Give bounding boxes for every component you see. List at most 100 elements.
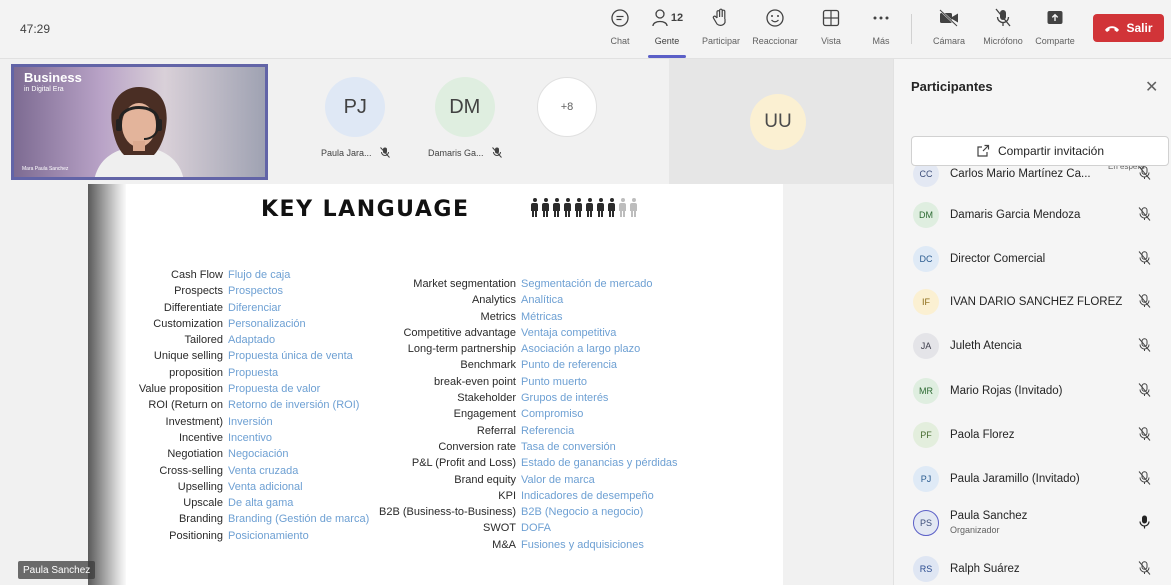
- avatar: PS: [913, 510, 939, 536]
- avatar: MR: [913, 378, 939, 404]
- mic-on-icon[interactable]: [1138, 515, 1151, 534]
- person-figure: [530, 198, 539, 217]
- grid-icon: [822, 6, 840, 30]
- meeting-timer: 47:29: [20, 22, 51, 36]
- participant-row[interactable]: RS Ralph Suárez: [894, 549, 1171, 585]
- participant-tile-pj[interactable]: PJ Paula Jara...: [321, 77, 390, 158]
- term-row: SWOT DOFA: [88, 520, 678, 536]
- term-spanish: Referencia: [521, 424, 575, 437]
- mic-muted-icon[interactable]: [1138, 427, 1151, 446]
- mic-muted-icon[interactable]: [1138, 561, 1151, 580]
- term-english: Brand equity: [454, 473, 516, 486]
- avatar: PJ: [913, 466, 939, 492]
- participant-name: Juleth Atencia: [950, 340, 1022, 352]
- avatar: PF: [913, 422, 939, 448]
- participant-row[interactable]: DC Director Comercial: [894, 239, 1171, 279]
- participant-row[interactable]: IF IVAN DARIO SANCHEZ FLOREZ: [894, 282, 1171, 322]
- term-spanish: Métricas: [521, 310, 563, 323]
- participant-name: Carlos Mario Martínez Ca...: [950, 168, 1091, 180]
- shared-screen-slide: KEY LANGUAGE Cash Flow Flujo de caja Prosp…: [88, 184, 783, 585]
- mic-muted-icon[interactable]: [1138, 338, 1151, 357]
- people-figures-icon: [530, 198, 638, 217]
- more-button[interactable]: Más: [868, 6, 894, 54]
- term-row: Benchmark Punto de referencia: [88, 357, 678, 373]
- term-spanish: Asociación a largo plazo: [521, 343, 641, 356]
- presenter-video-figure: [95, 87, 183, 177]
- more-participants-button[interactable]: +8: [537, 77, 597, 137]
- term-row: Stakeholder Grupos de interés: [88, 390, 678, 406]
- participant-name: Damaris Garcia Mendoza: [950, 209, 1081, 221]
- participant-name: IVAN DARIO SANCHEZ FLOREZ: [950, 296, 1123, 308]
- avatar: JA: [913, 333, 939, 359]
- term-english: break-even point: [434, 375, 516, 388]
- term-english: Long-term partnership: [407, 343, 516, 356]
- speaker-name-label: Paula Sanchez: [18, 561, 96, 579]
- share-invite-label: Compartir invitación: [997, 144, 1105, 158]
- chat-icon: [610, 6, 630, 30]
- participant-row[interactable]: PS Paula Sanchez Organizador: [894, 503, 1171, 543]
- share-invite-button[interactable]: Compartir invitación: [911, 136, 1169, 166]
- participant-name: Paola Florez: [950, 429, 1015, 441]
- participant-row[interactable]: JA Juleth Atencia: [894, 326, 1171, 366]
- avatar: DC: [913, 246, 939, 272]
- share-screen-icon: [1046, 6, 1064, 30]
- chat-button[interactable]: Chat: [605, 6, 635, 54]
- mic-muted-icon[interactable]: [1138, 166, 1151, 185]
- avatar: PJ: [325, 77, 386, 137]
- term-spanish: DOFA: [521, 522, 551, 535]
- participant-tile-dm[interactable]: DM Damaris Ga...: [428, 77, 502, 158]
- react-button[interactable]: Reaccionar: [752, 6, 798, 54]
- leave-label: Salir: [1126, 21, 1153, 35]
- right-term-list: Market segmentation Segmentación de merca…: [88, 276, 678, 553]
- share-button[interactable]: Comparte: [1032, 6, 1078, 54]
- mic-muted-icon[interactable]: [1138, 294, 1151, 313]
- person-figure: [618, 198, 627, 217]
- more-label: Más: [872, 36, 890, 46]
- avatar: UU: [750, 94, 806, 150]
- mic-muted-icon: [379, 147, 390, 158]
- mic-muted-icon[interactable]: [1138, 207, 1151, 226]
- participant-name: Ralph Suárez: [950, 563, 1020, 575]
- people-label: Gente: [654, 36, 680, 46]
- camera-button[interactable]: Cámara: [929, 6, 969, 54]
- term-english: Competitive advantage: [403, 326, 516, 339]
- term-row: Conversion rate Tasa de conversión: [88, 439, 678, 455]
- term-row: P&L (Profit and Loss) Estado de ganancias…: [88, 455, 678, 471]
- view-button[interactable]: Vista: [818, 6, 844, 54]
- term-english: Conversion rate: [438, 440, 516, 453]
- mic-muted-icon: [491, 147, 502, 158]
- react-label: Reaccionar: [752, 36, 798, 46]
- mic-muted-icon[interactable]: [1138, 383, 1151, 402]
- term-english: KPI: [498, 489, 516, 502]
- person-figure: [585, 198, 594, 217]
- hang-up-icon: [1105, 25, 1120, 32]
- background-brand-title: Business: [24, 70, 82, 85]
- participant-tile-uu[interactable]: UU: [669, 59, 893, 184]
- term-english: SWOT: [483, 522, 516, 535]
- term-spanish: Fusiones y adquisiciones: [521, 538, 644, 551]
- term-english: B2B (Business-to-Business): [379, 506, 516, 519]
- mic-muted-icon[interactable]: [1138, 471, 1151, 490]
- chat-label: Chat: [610, 36, 630, 46]
- close-icon[interactable]: ✕: [1145, 77, 1158, 97]
- participant-row[interactable]: PJ Paula Jaramillo (Invitado): [894, 459, 1171, 499]
- mic-muted-icon[interactable]: [1138, 251, 1151, 270]
- participant-name: Paula Jaramillo (Invitado): [950, 473, 1080, 485]
- term-english: M&A: [492, 538, 516, 551]
- participant-row[interactable]: DM Damaris Garcia Mendoza: [894, 195, 1171, 235]
- participant-list: CC Carlos Mario Martínez Ca... En espera DM…: [894, 159, 1171, 585]
- term-spanish: Ventaja competitiva: [521, 326, 617, 339]
- term-row: Analytics Analítica: [88, 292, 678, 308]
- raise-hand-button[interactable]: Participar: [699, 6, 743, 54]
- participant-row[interactable]: PF Paola Florez: [894, 415, 1171, 455]
- people-button[interactable]: 12 Gente: [648, 6, 686, 58]
- term-row: Long-term partnership Asociación a largo …: [88, 341, 678, 357]
- mic-button[interactable]: Micrófono: [978, 6, 1028, 54]
- term-english: P&L (Profit and Loss): [411, 457, 516, 470]
- avatar: DM: [434, 77, 495, 137]
- participant-row[interactable]: MR Mario Rojas (Invitado): [894, 371, 1171, 411]
- leave-button[interactable]: Salir: [1093, 14, 1164, 42]
- person-figure: [563, 198, 572, 217]
- meeting-toolbar: 47:29 Chat 12 Gente Participar Reacciona…: [0, 0, 1171, 59]
- self-video-tile[interactable]: Business in Digital Era Mara Paula Sanch…: [11, 64, 268, 180]
